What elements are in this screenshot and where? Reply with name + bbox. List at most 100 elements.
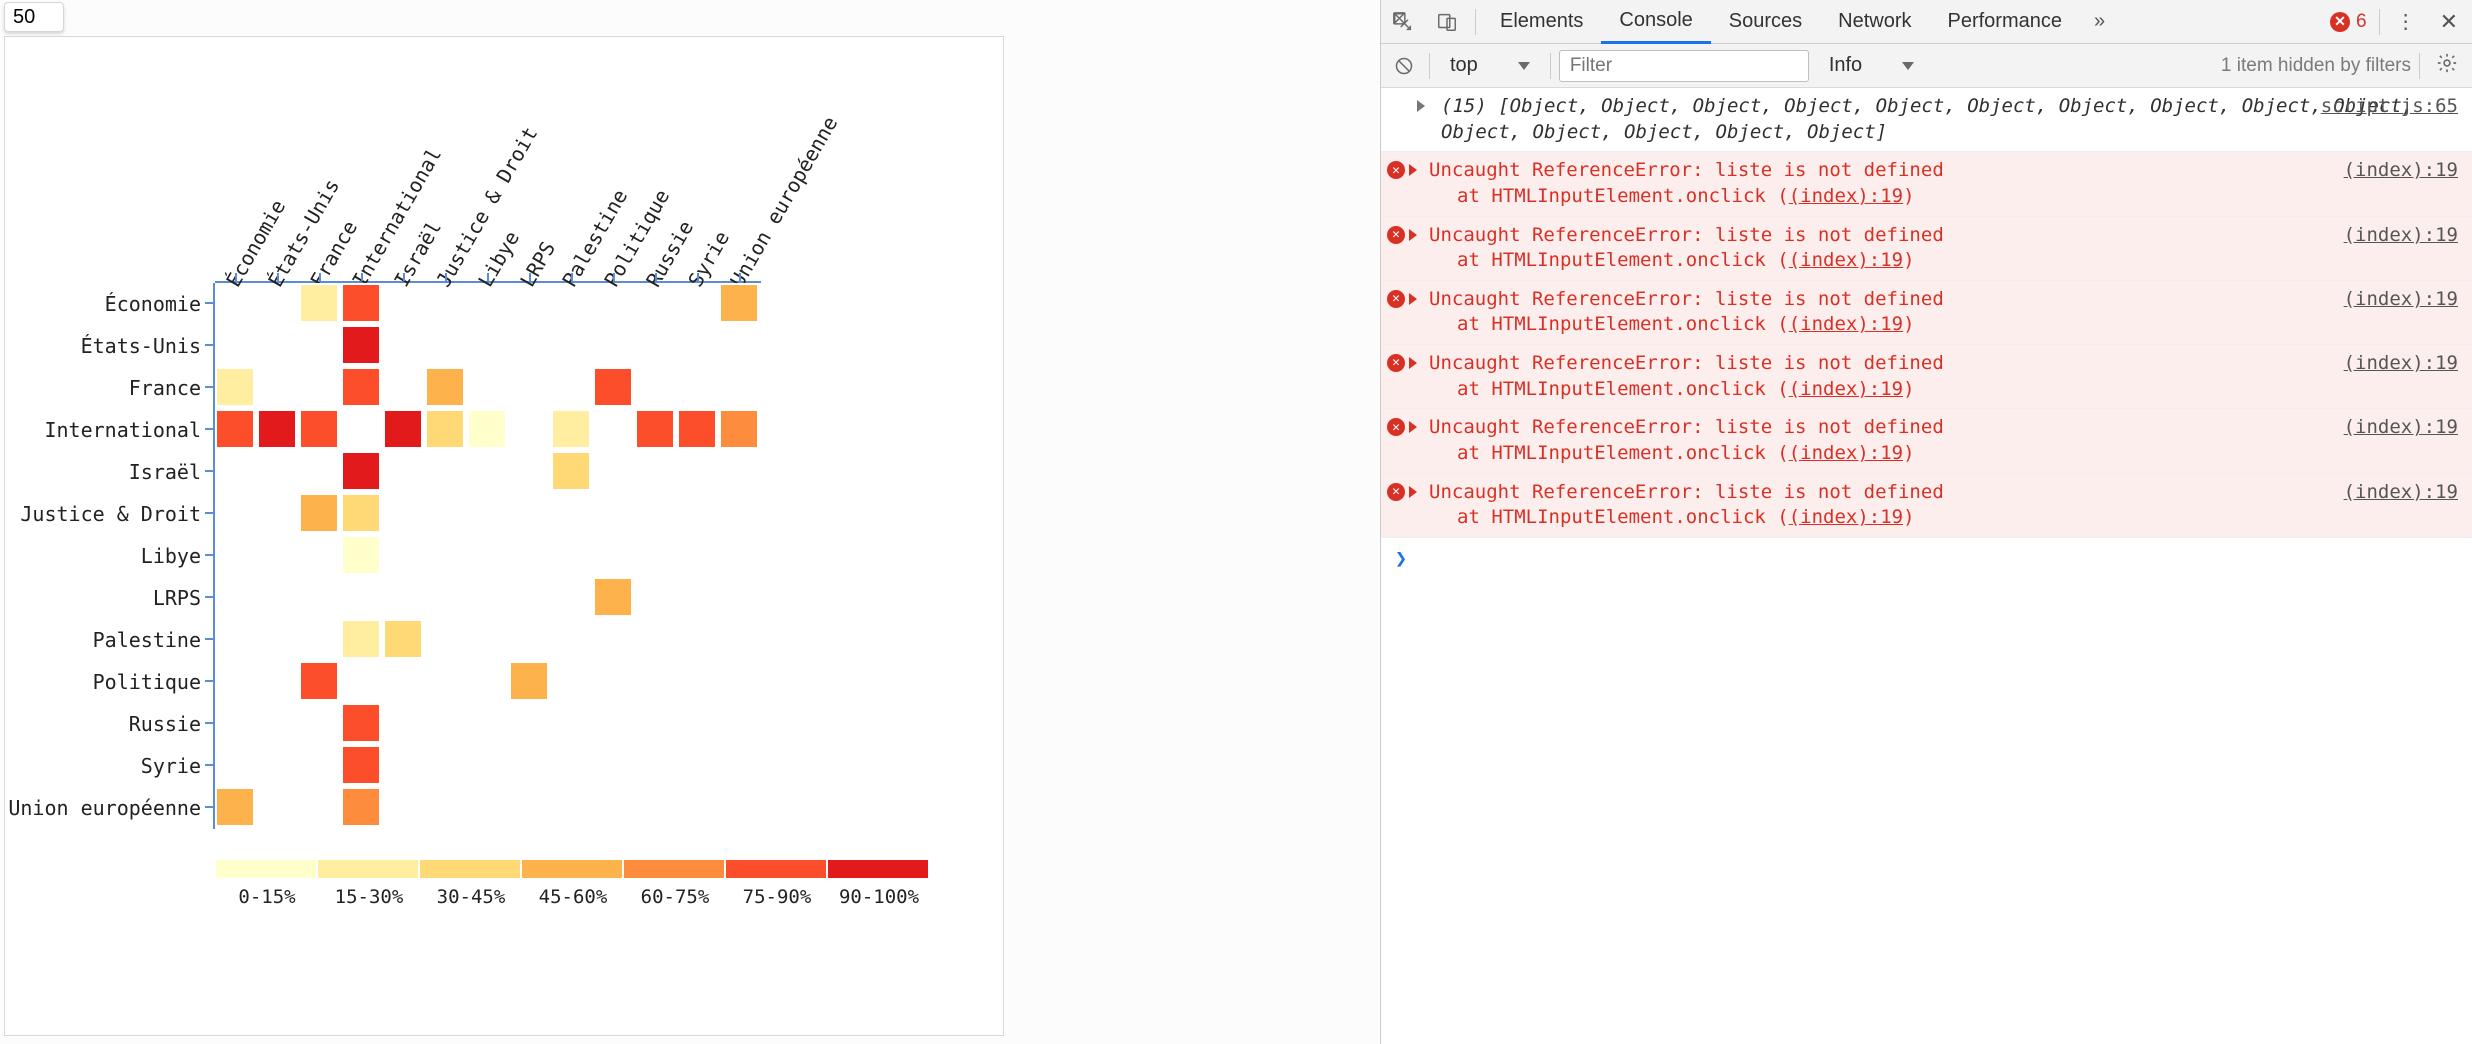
heatmap-cell[interactable] (719, 409, 759, 449)
tab-console[interactable]: Console (1601, 0, 1710, 44)
error-stack: at HTMLInputElement.onclick ((index):19) (1409, 505, 2458, 531)
stack-link[interactable]: (index):19 (1789, 313, 1903, 335)
log-level-selector[interactable]: Info (1817, 54, 1926, 77)
expand-icon[interactable] (1409, 164, 1417, 176)
console-output[interactable]: script.js:65(15) [Object, Object, Object… (1381, 88, 2472, 1044)
value-input[interactable] (4, 2, 64, 32)
console-row-error[interactable]: ✕(index):19Uncaught ReferenceError: list… (1381, 217, 2472, 281)
heatmap-cell[interactable] (677, 409, 717, 449)
console-toolbar: top Info 1 item hidden by filters (1381, 44, 2472, 88)
legend-label: 15-30% (335, 886, 404, 908)
console-row-info[interactable]: script.js:65(15) [Object, Object, Object… (1381, 88, 2472, 152)
heatmap-cell[interactable] (467, 409, 507, 449)
expand-icon[interactable] (1409, 357, 1417, 369)
tab-elements[interactable]: Elements (1482, 0, 1601, 44)
heatmap-cell[interactable] (425, 367, 465, 407)
heatmap-row-label: Justice & Droit (5, 502, 201, 526)
expand-icon[interactable] (1409, 486, 1417, 498)
heatmap-cell[interactable] (341, 367, 381, 407)
expand-icon[interactable] (1409, 293, 1417, 305)
heatmap-cell[interactable] (383, 409, 423, 449)
devtools-close-button[interactable]: ✕ (2426, 9, 2472, 35)
heatmap-cell[interactable] (341, 787, 381, 827)
devtools-menu-button[interactable]: ⋮ (2386, 9, 2426, 34)
error-icon: ✕ (1387, 483, 1405, 501)
heatmap-cell[interactable] (215, 409, 255, 449)
heatmap-cell[interactable] (299, 409, 339, 449)
heatmap-row-label: Russie (5, 712, 201, 736)
context-selector[interactable]: top (1438, 54, 1542, 77)
heatmap-cell[interactable] (383, 619, 423, 659)
console-row-error[interactable]: ✕(index):19Uncaught ReferenceError: list… (1381, 281, 2472, 345)
heatmap-row-label: LRPS (5, 586, 201, 610)
expand-icon[interactable] (1409, 229, 1417, 241)
context-label: top (1450, 54, 1478, 77)
heatmap-cell[interactable] (551, 451, 591, 491)
stack-link[interactable]: (index):19 (1789, 249, 1903, 271)
heatmap-cell[interactable] (425, 409, 465, 449)
legend-swatch: 30-45% (419, 859, 521, 879)
heatmap-cell[interactable] (593, 577, 633, 617)
inspect-icon[interactable] (1381, 0, 1425, 44)
error-count-pill[interactable]: ✕ 6 (2330, 11, 2367, 33)
error-icon: ✕ (1387, 354, 1405, 372)
tab-sources[interactable]: Sources (1711, 0, 1820, 44)
tab-performance[interactable]: Performance (1930, 0, 2081, 44)
heatmap-cell[interactable] (299, 661, 339, 701)
console-prompt[interactable] (1381, 538, 2472, 578)
console-settings-icon[interactable] (2428, 52, 2466, 80)
heatmap-row-label: France (5, 376, 201, 400)
tab-network[interactable]: Network (1820, 0, 1929, 44)
legend-label: 90-100% (839, 886, 919, 908)
expand-icon[interactable] (1409, 421, 1417, 433)
heatmap-cell[interactable] (299, 283, 339, 323)
console-row-error[interactable]: ✕(index):19Uncaught ReferenceError: list… (1381, 474, 2472, 538)
hidden-items-note: 1 item hidden by filters (2221, 55, 2411, 77)
heatmap-cell[interactable] (341, 325, 381, 365)
heatmap-cell[interactable] (341, 619, 381, 659)
devtools-tabbar: ElementsConsoleSourcesNetworkPerformance… (1381, 0, 2472, 44)
console-filter-input[interactable] (1559, 50, 1809, 82)
legend-swatch: 75-90% (725, 859, 827, 879)
heatmap-cell[interactable] (341, 451, 381, 491)
heatmap-legend: 0-15%15-30%30-45%45-60%60-75%75-90%90-10… (215, 859, 929, 879)
legend-label: 45-60% (539, 886, 608, 908)
source-link[interactable]: (index):19 (2344, 158, 2458, 184)
heatmap-cell[interactable] (341, 535, 381, 575)
source-link[interactable]: (index):19 (2344, 480, 2458, 506)
stack-link[interactable]: (index):19 (1789, 442, 1903, 464)
tabs-overflow-button[interactable]: » (2080, 10, 2119, 33)
heatmap-cell[interactable] (215, 367, 255, 407)
heatmap-cell[interactable] (257, 409, 297, 449)
error-message: Uncaught ReferenceError: liste is not de… (1409, 287, 2458, 313)
error-stack: at HTMLInputElement.onclick ((index):19) (1409, 184, 2458, 210)
heatmap-cell[interactable] (341, 283, 381, 323)
console-info-text: (15) [Object, Object, Object, Object, Ob… (1409, 94, 2458, 145)
source-link[interactable]: (index):19 (2344, 223, 2458, 249)
stack-link[interactable]: (index):19 (1789, 378, 1903, 400)
device-toggle-icon[interactable] (1425, 0, 1469, 44)
heatmap-cell[interactable] (215, 787, 255, 827)
heatmap-cell[interactable] (719, 283, 759, 323)
heatmap-cell[interactable] (341, 703, 381, 743)
heatmap-cell[interactable] (341, 493, 381, 533)
stack-link[interactable]: (index):19 (1789, 185, 1903, 207)
console-row-error[interactable]: ✕(index):19Uncaught ReferenceError: list… (1381, 152, 2472, 216)
heatmap-cell[interactable] (299, 493, 339, 533)
source-link[interactable]: (index):19 (2344, 287, 2458, 313)
error-icon: ✕ (1387, 161, 1405, 179)
heatmap-cell[interactable] (509, 661, 549, 701)
console-row-error[interactable]: ✕(index):19Uncaught ReferenceError: list… (1381, 409, 2472, 473)
heatmap-cell[interactable] (551, 409, 591, 449)
stack-link[interactable]: (index):19 (1789, 506, 1903, 528)
heatmap-cell[interactable] (341, 745, 381, 785)
error-message: Uncaught ReferenceError: liste is not de… (1409, 351, 2458, 377)
heatmap-cell[interactable] (635, 409, 675, 449)
source-link[interactable]: (index):19 (2344, 351, 2458, 377)
heatmap-cell[interactable] (593, 367, 633, 407)
console-row-error[interactable]: ✕ (index):19Uncaught ReferenceError: list… (1381, 345, 2472, 409)
heatmap-row-label: Politique (5, 670, 201, 694)
source-link[interactable]: (index):19 (2344, 415, 2458, 441)
clear-console-icon[interactable] (1387, 49, 1421, 83)
source-link[interactable]: script.js:65 (2321, 94, 2458, 120)
